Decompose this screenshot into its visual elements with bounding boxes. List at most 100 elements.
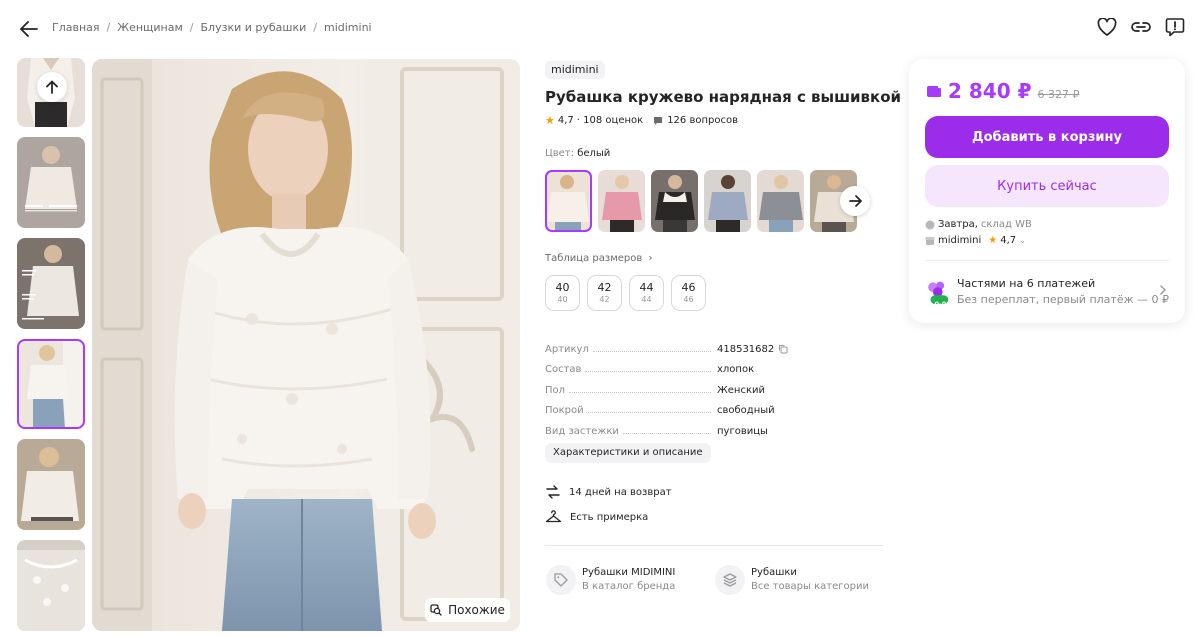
tag-icon <box>554 573 568 587</box>
seller-link[interactable]: midimini ★ 4,7 ⌄ <box>925 235 1026 246</box>
add-to-cart-button[interactable]: Добавить в корзину <box>925 116 1169 158</box>
description-button[interactable]: Характеристики и описание <box>545 443 711 463</box>
report-button[interactable] <box>1164 16 1186 38</box>
swatches-next-button[interactable] <box>840 186 870 216</box>
gallery-scroll-up-button[interactable] <box>37 72 67 102</box>
spec-key: Пол <box>545 384 570 396</box>
installments-offer[interactable]: Частями на 6 платежей Без переплат, перв… <box>925 272 1169 312</box>
color-swatch-white[interactable] <box>545 170 592 232</box>
color-swatch-grey[interactable] <box>757 170 804 232</box>
spec-value: Женский <box>717 384 765 396</box>
installments-title: Частями на 6 платежей <box>956 277 1096 290</box>
store-icon <box>925 236 935 245</box>
favorite-button[interactable] <box>1096 16 1118 38</box>
brand-link[interactable]: midimini <box>545 61 605 79</box>
size-ru-value: 42 <box>599 295 610 304</box>
divider <box>545 545 883 546</box>
product-title: Рубашка кружево нарядная с вышивкой <box>545 88 902 106</box>
wallet-icon <box>927 86 941 97</box>
feature-text: 14 дней на возврат <box>569 486 672 498</box>
spec-key: Покрой <box>545 405 588 416</box>
brand-catalog-link[interactable]: Рубашки MIDIMINI В каталог бренда <box>546 565 675 595</box>
top-actions <box>1096 16 1186 38</box>
breadcrumb-separator: / <box>106 21 111 34</box>
similar-button-label: Похожие <box>448 603 505 617</box>
tag-icon-wrap <box>546 565 576 595</box>
seller-rating: 4,7 <box>1000 235 1017 246</box>
size-value: 42 <box>597 281 612 294</box>
layers-icon-wrap <box>715 565 745 595</box>
spec-key: Состав <box>545 364 586 375</box>
tag-subtitle: Все товары категории <box>751 581 869 592</box>
spec-row: Артикул 418531682 <box>545 334 885 355</box>
similar-products-button[interactable]: Похожие <box>425 598 510 622</box>
gallery-thumbnail[interactable] <box>17 238 85 329</box>
rating-value[interactable]: 4,7 <box>558 115 574 126</box>
color-label: Цвет: белый <box>545 148 610 159</box>
spec-value: хлопок <box>717 364 755 375</box>
card-divider <box>925 260 1169 261</box>
gallery-thumbnail-active[interactable] <box>17 339 85 429</box>
price-card: 2 840 ₽ 6 327 ₽ Добавить в корзину Купит… <box>909 59 1185 323</box>
breadcrumb-item[interactable]: Главная <box>52 21 100 34</box>
color-swatch-black-white[interactable] <box>651 170 698 232</box>
delivery-info: Завтра, склад WB <box>925 219 1032 230</box>
size-option[interactable]: 42 42 <box>587 275 622 311</box>
category-link[interactable]: Рубашки Все товары категории <box>715 565 869 595</box>
breadcrumb-separator: / <box>189 21 194 34</box>
main-product-photo[interactable] <box>92 59 520 631</box>
size-table-link[interactable]: Таблица размеров › <box>545 253 652 264</box>
hanger-icon <box>545 510 562 523</box>
spec-row: Покрой свободный <box>545 396 885 416</box>
copy-link-button[interactable] <box>1130 16 1152 38</box>
gallery-thumbnail[interactable] <box>17 137 85 228</box>
color-label-value: белый <box>577 148 611 159</box>
buy-now-button[interactable]: Купить сейчас <box>925 165 1169 207</box>
tag-title: Рубашки <box>751 567 797 578</box>
size-option[interactable]: 44 44 <box>629 275 664 311</box>
rating-reviews[interactable]: · 108 оценок <box>577 115 643 126</box>
article-number: 418531682 <box>717 343 775 355</box>
feature-text: Есть примерка <box>570 511 649 523</box>
copy-icon[interactable] <box>778 344 788 354</box>
breadcrumb-item[interactable]: Женщинам <box>117 21 183 34</box>
delivery-place: склад WB <box>980 219 1032 230</box>
color-swatches <box>545 170 857 232</box>
delivery-day: Завтра, <box>938 219 978 230</box>
arrow-right-icon <box>848 195 862 207</box>
top-bar: Главная / Женщинам / Блузки и рубашки / … <box>0 0 1200 58</box>
link-icon <box>1131 22 1151 32</box>
size-ru-value: 40 <box>557 295 568 304</box>
spec-row: Вид застежки пуговицы <box>545 416 885 437</box>
gallery-thumbnail[interactable] <box>17 540 85 631</box>
box-icon <box>925 220 935 229</box>
spec-value: свободный <box>717 405 775 416</box>
size-selector: 40 40 42 42 44 44 46 46 <box>545 275 706 311</box>
size-value: 40 <box>555 281 570 294</box>
spec-leader <box>587 412 711 413</box>
color-swatch-blue[interactable] <box>704 170 751 232</box>
spec-key: Артикул <box>545 343 593 355</box>
breadcrumb-item[interactable]: Блузки и рубашки <box>201 21 307 34</box>
back-button[interactable] <box>16 16 42 42</box>
spec-row: Состав хлопок <box>545 355 885 375</box>
similar-search-icon <box>430 604 442 616</box>
gallery-thumbnail[interactable] <box>17 439 85 530</box>
arrow-up-icon <box>46 80 58 94</box>
price-current: 2 840 ₽ <box>948 79 1032 103</box>
breadcrumb-item[interactable]: midimini <box>324 21 372 34</box>
thumbnail-gallery <box>17 58 85 632</box>
spec-leader <box>585 371 711 372</box>
installments-badge-text: 0-0-6 <box>934 300 954 308</box>
question-bubble-icon <box>654 116 663 125</box>
heart-icon <box>1097 18 1117 36</box>
size-value: 46 <box>681 281 696 294</box>
color-swatch-pink[interactable] <box>598 170 645 232</box>
questions-link[interactable]: 126 вопросов <box>653 115 738 126</box>
size-option[interactable]: 46 46 <box>671 275 706 311</box>
breadcrumb: Главная / Женщинам / Блузки и рубашки / … <box>52 21 372 34</box>
spec-leader <box>569 391 711 393</box>
size-option[interactable]: 40 40 <box>545 275 580 311</box>
tag-subtitle: В каталог бренда <box>582 581 676 592</box>
rating-row: ★ 4,7 · 108 оценок 126 вопросов <box>545 114 738 127</box>
